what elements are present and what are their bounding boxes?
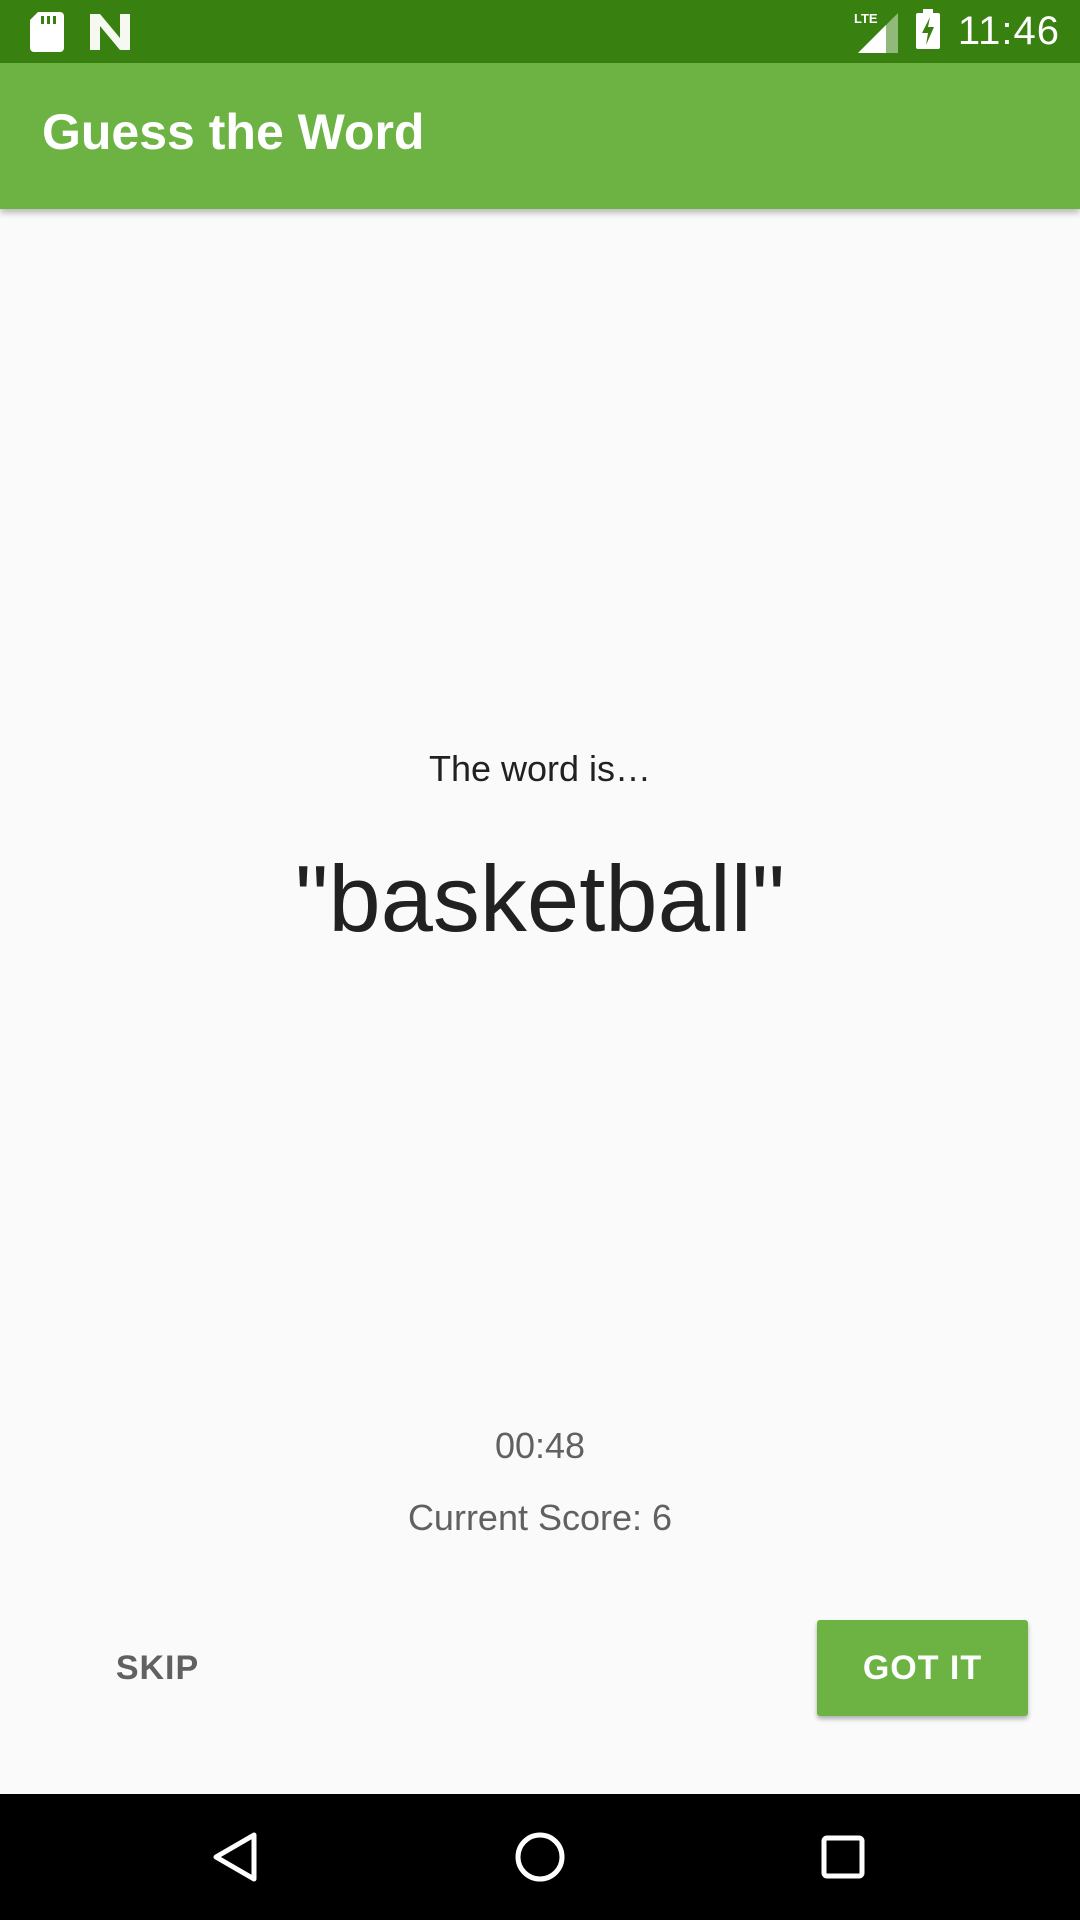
status-right-icons: LTE 11:46 [854,8,1060,54]
network-type-label: LTE [854,11,878,26]
skip-button[interactable]: SKIP [70,1620,245,1716]
home-icon[interactable] [505,1822,575,1892]
got-it-button[interactable]: GOT IT [817,1620,1028,1716]
signal-icon: LTE [854,9,898,53]
word-label: The word is… [428,748,652,789]
status-time: 11:46 [957,8,1060,53]
app-title: Guess the Word [42,104,425,160]
navigation-bar [0,1794,1080,1920]
timer-text: 00:48 [494,1425,586,1466]
sd-card-icon [30,12,64,57]
status-bar: LTE 11:46 [0,0,1080,63]
n-notification-icon [90,14,130,55]
app-bar: Guess the Word [0,63,1080,209]
battery-charging-icon [915,8,940,54]
current-word: "basketball" [294,846,785,951]
score-text: Current Score: 6 [407,1497,673,1538]
back-icon[interactable] [200,1822,270,1892]
recents-icon[interactable] [808,1822,878,1892]
status-left-icons [30,12,130,57]
